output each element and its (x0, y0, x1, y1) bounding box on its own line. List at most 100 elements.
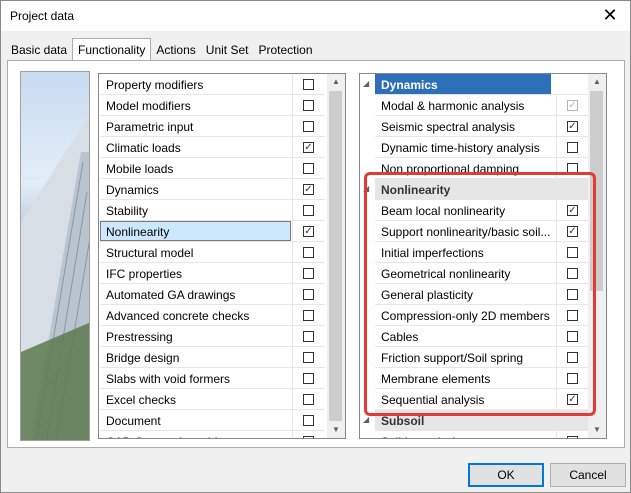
list-item-seismic-spectral-analysis[interactable]: Seismic spectral analysis ✓ (375, 116, 589, 137)
list-item-mobile-loads[interactable]: Mobile loads (100, 158, 325, 179)
item-label: Property modifiers (106, 78, 204, 92)
checkbox[interactable] (567, 436, 578, 438)
item-label: Seismic spectral analysis (381, 120, 516, 134)
list-item-property-modifiers[interactable]: Property modifiers (100, 74, 325, 95)
nonlinearity-highlight-box (364, 172, 596, 416)
checkbox[interactable] (303, 415, 314, 426)
item-label: Prestressing (106, 330, 173, 344)
collapse-icon[interactable]: ◢ (363, 415, 373, 425)
list-item-nonlinearity[interactable]: Nonlinearity ✓ (100, 221, 325, 242)
checkbox-cell (292, 431, 325, 438)
item-label: Bridge design (106, 351, 180, 365)
item-label: Parametric input (106, 120, 194, 134)
checkbox-cell: ✓ (292, 221, 325, 241)
feature-list[interactable]: Property modifiers Model modifiers Paramet… (98, 73, 346, 439)
checkbox-cell: ✓ (292, 179, 325, 199)
checkbox-cell (292, 95, 325, 115)
checkbox[interactable] (303, 247, 314, 258)
checkbox-cell (292, 158, 325, 178)
checkbox-cell (292, 116, 325, 136)
tab-protection[interactable]: Protection (253, 40, 317, 60)
item-label: Excel checks (106, 393, 177, 407)
checkbox[interactable] (303, 205, 314, 216)
building-illustration (21, 115, 89, 440)
checkbox-cell: ✓ (556, 95, 589, 115)
checkbox[interactable] (303, 394, 314, 405)
checkbox[interactable] (303, 79, 314, 90)
checkbox-cell (292, 242, 325, 262)
list-item-dynamics[interactable]: Dynamics ◢ (363, 74, 589, 95)
ok-button[interactable]: OK (468, 463, 544, 487)
item-label: IFC properties (106, 267, 183, 281)
scrollbar-thumb[interactable] (329, 91, 342, 421)
item-label: Subsoil (381, 414, 425, 428)
checkbox-cell (292, 347, 325, 367)
list-item-excel-checks[interactable]: Excel checks (100, 389, 325, 410)
list-item-document[interactable]: Document (100, 410, 325, 431)
list-item-climatic-loads[interactable]: Climatic loads ✓ (100, 137, 325, 158)
checkbox-cell (292, 410, 325, 430)
checkbox[interactable] (303, 352, 314, 363)
checkbox[interactable] (303, 436, 314, 438)
checkbox-cell (292, 263, 325, 283)
list-item-model-modifiers[interactable]: Model modifiers (100, 95, 325, 116)
tab-functionality[interactable]: Functionality (72, 38, 152, 60)
checkbox-cell (556, 431, 589, 438)
tab-unit-set[interactable]: Unit Set (201, 40, 254, 60)
list-item-slabs-with-void-formers[interactable]: Slabs with void formers (100, 368, 325, 389)
scroll-up-icon[interactable]: ▲ (327, 74, 345, 90)
item-label: Automated GA drawings (106, 288, 236, 302)
checkbox[interactable] (567, 142, 578, 153)
checkbox[interactable]: ✓ (303, 184, 314, 195)
item-label: Climatic loads (106, 141, 181, 155)
list-item-ifc-properties[interactable]: IFC properties (100, 263, 325, 284)
cancel-button[interactable]: Cancel (550, 463, 626, 487)
checkbox[interactable] (303, 121, 314, 132)
scroll-down-icon[interactable]: ▼ (327, 422, 345, 438)
checkbox[interactable] (303, 163, 314, 174)
list-item-dynamic-time-history-analysis[interactable]: Dynamic time-history analysis (375, 137, 589, 158)
tab-strip: Basic data Functionality Actions Unit Se… (6, 38, 318, 60)
scroll-up-icon[interactable]: ▲ (588, 74, 606, 90)
checkbox[interactable] (303, 373, 314, 384)
item-label: Modal & harmonic analysis (381, 99, 525, 113)
list-item-modal-harmonic-analysis[interactable]: Modal & harmonic analysis ✓ (375, 95, 589, 116)
tab-actions[interactable]: Actions (151, 40, 200, 60)
checkbox[interactable] (303, 331, 314, 342)
item-label: Structural model (106, 246, 194, 260)
checkbox-cell (556, 137, 589, 157)
scroll-down-icon[interactable]: ▼ (588, 422, 606, 438)
list-item-prestressing[interactable]: Prestressing (100, 326, 325, 347)
list-item-dynamics[interactable]: Dynamics ✓ (100, 179, 325, 200)
item-label: Dynamic time-history analysis (381, 141, 540, 155)
checkbox-cell (292, 74, 325, 94)
item-label: Advanced concrete checks (106, 309, 250, 323)
list-item-cad-composite-cables[interactable]: CAD Composite cables (100, 431, 325, 438)
checkbox[interactable]: ✓ (303, 226, 314, 237)
item-label: Model modifiers (106, 99, 191, 113)
left-list-scrollbar[interactable]: ▲ ▼ (327, 74, 345, 438)
list-item-stability[interactable]: Stability (100, 200, 325, 221)
project-data-dialog: Project data ✕ Basic data Functionality … (0, 0, 631, 493)
close-icon[interactable]: ✕ (598, 4, 622, 28)
checkbox[interactable] (303, 289, 314, 300)
checkbox[interactable] (303, 100, 314, 111)
list-item-bridge-design[interactable]: Bridge design (100, 347, 325, 368)
list-item-advanced-concrete-checks[interactable]: Advanced concrete checks (100, 305, 325, 326)
tab-basic-data[interactable]: Basic data (6, 40, 72, 60)
collapse-icon[interactable]: ◢ (363, 79, 373, 89)
window-title: Project data (10, 9, 75, 23)
item-label: Stability (106, 204, 149, 218)
item-label: Slabs with void formers (106, 372, 231, 386)
checkbox[interactable] (303, 268, 314, 279)
checkbox[interactable] (303, 310, 314, 321)
checkbox[interactable]: ✓ (303, 142, 314, 153)
list-item-structural-model[interactable]: Structural model (100, 242, 325, 263)
list-item-automated-ga-drawings[interactable]: Automated GA drawings (100, 284, 325, 305)
list-item-soil-in-analysis[interactable]: Soil-in analysis (375, 431, 589, 438)
checkbox-cell (292, 305, 325, 325)
checkbox-cell (292, 389, 325, 409)
checkbox[interactable]: ✓ (567, 121, 578, 132)
item-label: Nonlinearity (106, 225, 170, 239)
list-item-parametric-input[interactable]: Parametric input (100, 116, 325, 137)
